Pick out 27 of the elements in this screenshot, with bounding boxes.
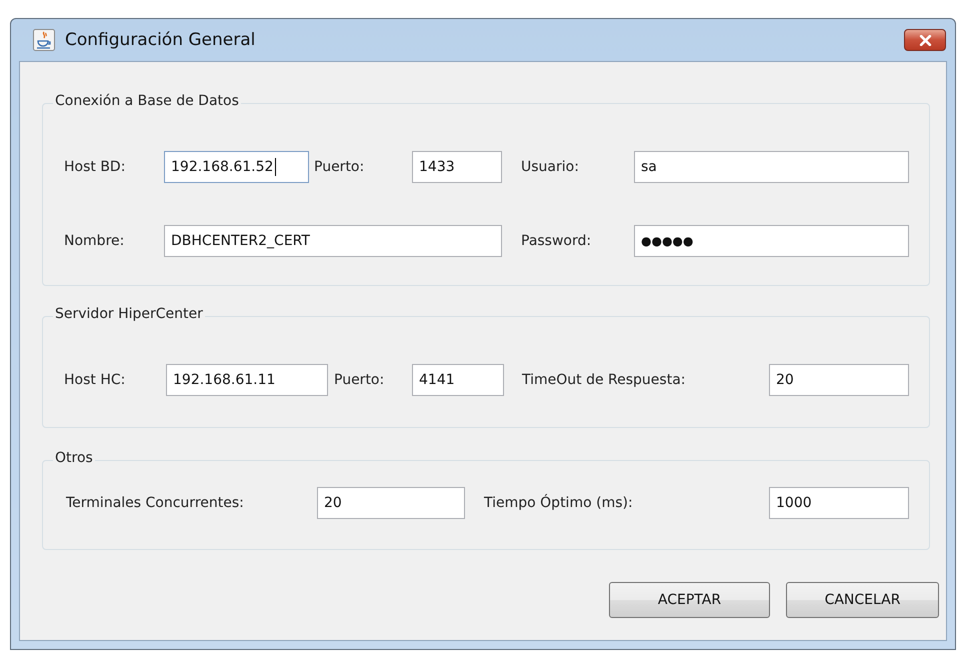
text-field[interactable]: DBHCENTER2_CERT (164, 225, 502, 257)
field-label: Host HC: (64, 372, 126, 388)
field-label: Tiempo Óptimo (ms): (484, 495, 634, 511)
field-label: Terminales Concurrentes: (66, 495, 245, 511)
close-icon (918, 34, 932, 46)
accept-button[interactable]: ACEPTAR (609, 582, 770, 618)
field-label: Nombre: (64, 233, 126, 249)
coffee-cup-icon (33, 29, 55, 51)
field-label: Usuario: (521, 159, 580, 175)
window-title: Configuración General (65, 30, 256, 50)
field-label: Puerto: (314, 159, 366, 175)
text-field[interactable]: 20 (769, 364, 909, 396)
close-button[interactable] (904, 29, 946, 51)
field-label: TimeOut de Respuesta: (522, 372, 687, 388)
field-label: Host BD: (64, 159, 126, 175)
cancel-button[interactable]: CANCELAR (786, 582, 939, 618)
text-field[interactable]: 192.168.61.11 (166, 364, 328, 396)
field-label: Puerto: (334, 372, 386, 388)
text-field[interactable]: 1433 (412, 151, 502, 183)
text-field[interactable]: 192.168.61.52 (164, 151, 309, 183)
text-field[interactable]: sa (634, 151, 909, 183)
field-label: Password: (521, 233, 592, 249)
text-field[interactable]: 4141 (412, 364, 504, 396)
text-field[interactable]: 1000 (769, 487, 909, 519)
group-title: Servidor HiperCenter (53, 306, 205, 322)
text-field[interactable]: 20 (317, 487, 465, 519)
password-field[interactable]: ●●●●● (634, 225, 909, 257)
